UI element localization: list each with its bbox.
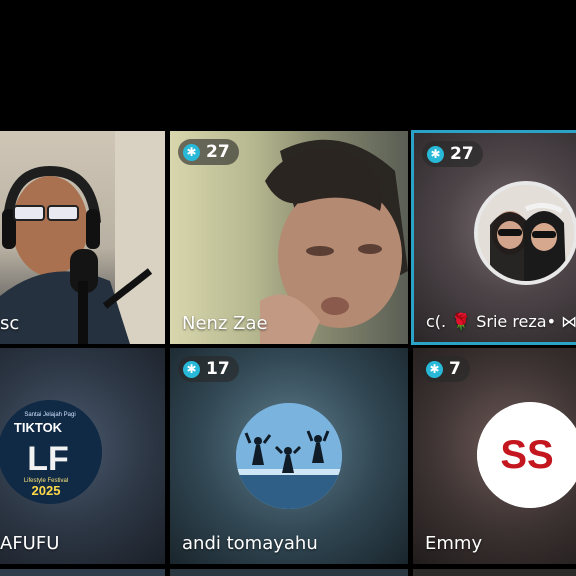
viewer-count: 27 (450, 144, 474, 164)
guest-tile-7[interactable] (0, 569, 165, 576)
avatar-text-letters: LF (27, 440, 69, 478)
guest-name: AFUFU (0, 533, 60, 554)
guest-tile-9[interactable] (413, 569, 576, 576)
guest-name: Nenz Zae (182, 313, 268, 334)
guest-tile-2[interactable]: ✱ 27 Nenz Zae (170, 131, 408, 344)
video-feed (0, 131, 165, 344)
guest-name: sc (0, 313, 20, 334)
snowflake-icon: ✱ (426, 360, 443, 378)
snowflake-icon: ✱ (427, 145, 444, 163)
viewer-count-badge: ✱ 7 (421, 356, 470, 382)
guest-tile-5[interactable]: ✱ 17 andi tomayahu (170, 348, 408, 564)
viewer-count-badge: ✱ 17 (178, 356, 239, 382)
avatar (236, 403, 342, 509)
avatar-text-brand: TIKTOK (14, 420, 63, 435)
guest-tile-6[interactable]: SS ✱ 7 Emmy (413, 348, 576, 564)
viewer-count: 27 (206, 142, 230, 162)
guest-tile-8[interactable] (170, 569, 408, 576)
guest-name: Emmy (425, 533, 483, 554)
guest-tile-1[interactable]: sc (0, 131, 165, 344)
guest-name: ᴄ(. 🌹 Srie reza• ⋈ (426, 312, 576, 331)
avatar (474, 181, 576, 285)
viewer-count: 17 (206, 359, 230, 379)
snowflake-icon: ✱ (183, 143, 200, 161)
snowflake-icon: ✱ (183, 360, 200, 378)
viewer-count-badge: ✱ 27 (178, 139, 239, 165)
viewer-count: 7 (449, 359, 461, 379)
avatar: Santai Jelajah Pagi TIKTOK LF Lifestyle … (0, 400, 102, 504)
guest-name: andi tomayahu (182, 533, 318, 554)
avatar: SS (477, 402, 576, 508)
guest-grid: sc ✱ 27 Nenz Zae ✱ 27 ᴄ(. 🌹 Srie reza• ⋈… (0, 0, 576, 576)
avatar-text-year: 2025 (32, 483, 61, 498)
viewer-count-badge: ✱ 27 (422, 141, 483, 167)
avatar-text-top: Santai Jelajah Pagi (24, 412, 75, 418)
avatar-text-letters: SS (500, 433, 553, 477)
person-video (0, 131, 165, 344)
guest-tile-3[interactable]: ✱ 27 ᴄ(. 🌹 Srie reza• ⋈ (411, 130, 576, 345)
guest-tile-4[interactable]: Santai Jelajah Pagi TIKTOK LF Lifestyle … (0, 348, 165, 564)
